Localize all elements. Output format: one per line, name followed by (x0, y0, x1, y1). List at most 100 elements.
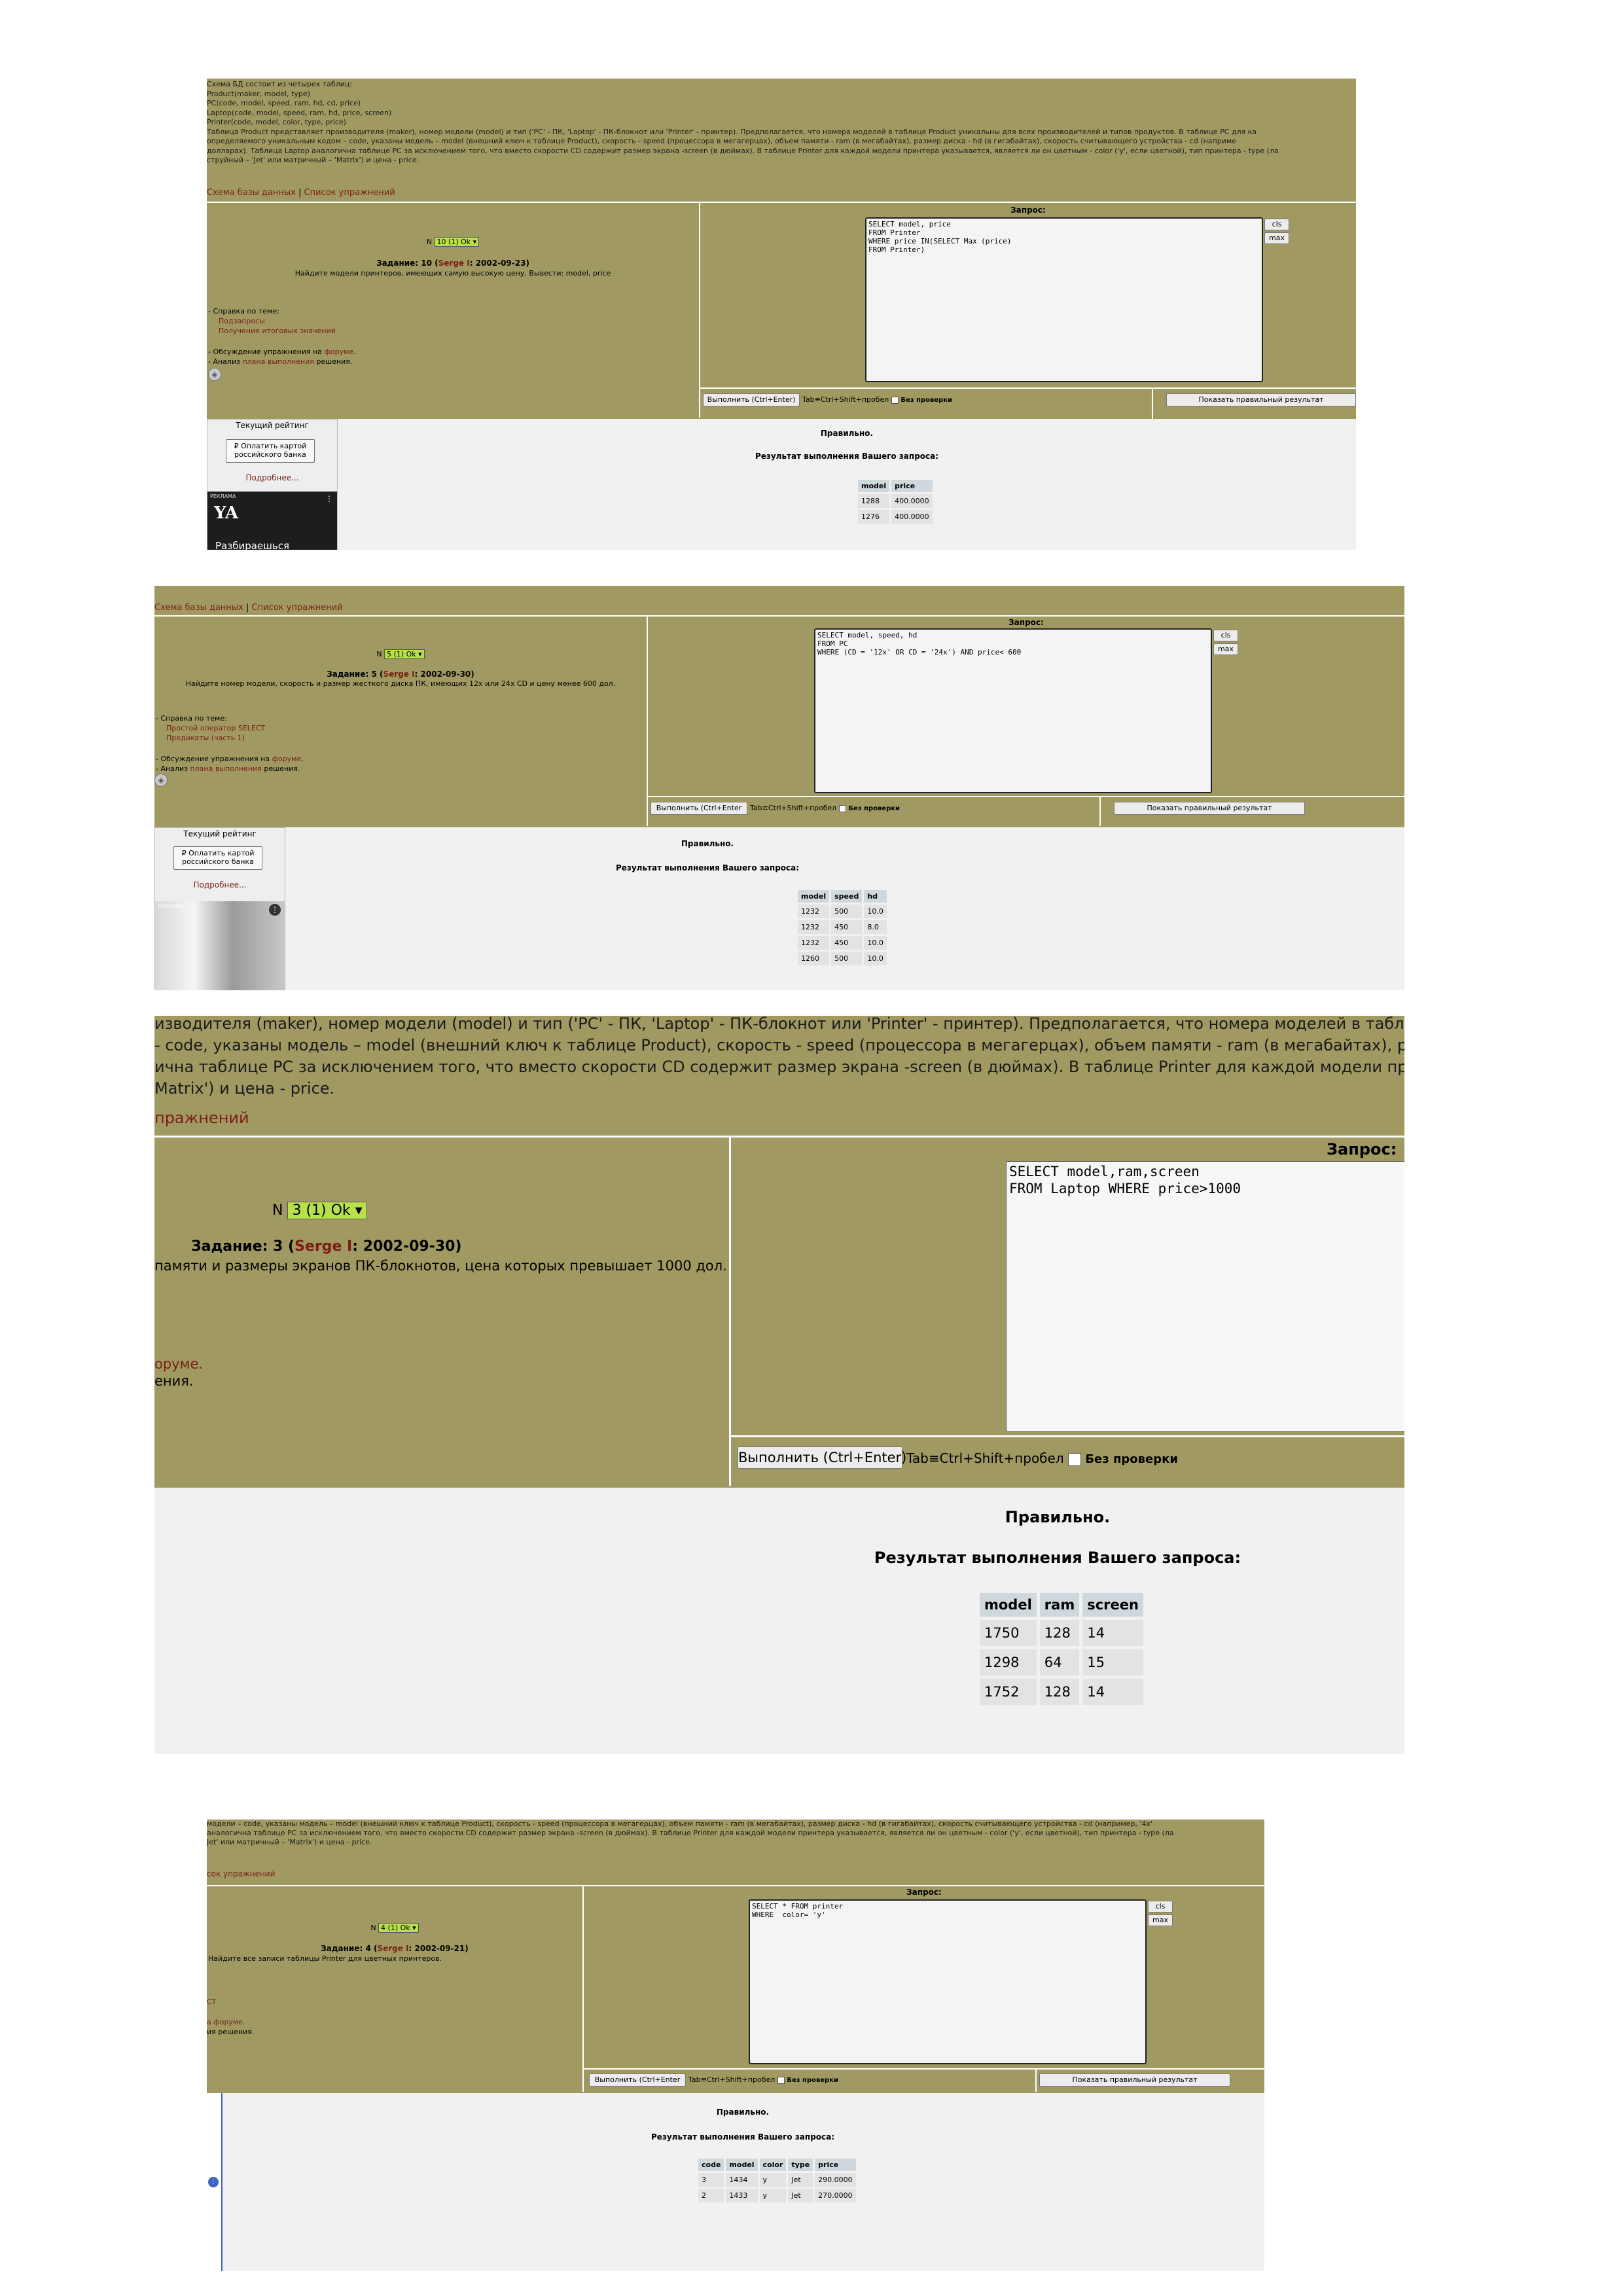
help-link[interactable]: Простой оператор SELECT (156, 723, 265, 733)
cls-button[interactable]: cls (1213, 630, 1238, 641)
result-table: code model color type price 3 1434 y Jet… (696, 2157, 858, 2204)
ad-banner[interactable]: РЕКЛАМА ⋮ (155, 901, 285, 990)
result-table: model ram screen 1750 128 14 1298 64 15 … (976, 1590, 1147, 1708)
divider (1099, 796, 1101, 826)
no-check-checkbox[interactable] (838, 804, 846, 812)
more-options-icon[interactable]: ⋮ (325, 494, 333, 503)
task-select[interactable]: 10 (1) Ok ▾ (434, 237, 480, 247)
query-textarea[interactable]: SELECT model, price FROM Printer WHERE p… (865, 217, 1263, 382)
schema-description: модели – code, указаны модель – model (в… (207, 1820, 1264, 1847)
table-cell: 270.0000 (815, 2189, 856, 2202)
forum-link[interactable]: форуме (272, 755, 302, 763)
forum-link[interactable]: оруме. (154, 1356, 203, 1372)
more-link[interactable]: Подробнее... (155, 880, 285, 889)
query-label: Запрос: (1327, 1140, 1397, 1158)
task-heading: Задание: 3 (Serge I: 2002-09-30) (191, 1238, 461, 1255)
max-button[interactable]: max (1264, 232, 1289, 244)
author-link[interactable]: Serge I (377, 1944, 408, 1953)
author-link[interactable]: Serge I (438, 259, 470, 268)
help-link[interactable]: Получение итоговых значений (208, 326, 336, 336)
exercise-list-link[interactable]: сок упражнений (207, 1869, 275, 1878)
table-cell: 1434 (726, 2173, 758, 2187)
cls-button[interactable]: cls (1264, 219, 1289, 230)
tab-hint-text: Tab≡Ctrl+Shift+пробел (906, 1450, 1064, 1466)
exercise-list-link[interactable]: пражнений (154, 1109, 249, 1127)
more-link[interactable]: Подробнее... (207, 473, 337, 482)
screenshot-task-3: изводителя (maker), номер модели (model)… (154, 1016, 1404, 1754)
forum-suffix: . (301, 755, 304, 763)
task-select[interactable]: 5 (1) Ok ▾ (384, 649, 425, 659)
task-select[interactable]: 3 (1) Ok ▾ (287, 1202, 367, 1219)
no-check-checkbox[interactable] (891, 396, 899, 404)
chevron-down-icon: ▾ (355, 1202, 363, 1219)
forum-link[interactable]: а форуме. (207, 2018, 245, 2026)
pay-button[interactable]: ₽ Оплатить картой российского банка (173, 846, 262, 870)
author-link[interactable]: Serge I (383, 670, 414, 679)
diamond-icon[interactable]: ◈ (208, 368, 221, 381)
column-header: ram (1039, 1593, 1080, 1617)
schema-line: - code, указаны модель – model (внешний … (154, 1036, 1404, 1054)
table-row: 1260 500 10.0 (798, 952, 887, 965)
no-check-checkbox[interactable] (777, 2076, 785, 2084)
max-button[interactable]: max (1148, 1914, 1173, 1926)
column-header: type (788, 2159, 813, 2171)
table-cell: y (759, 2173, 787, 2187)
exercise-list-link[interactable]: Список упражнений (252, 603, 343, 613)
forum-block: - Обсуждение упражнения на форуме. - Ана… (156, 754, 304, 774)
no-check-checkbox[interactable] (1067, 1452, 1081, 1466)
query-textarea[interactable]: SELECT * FROM printer WHERE color= 'y' (749, 1899, 1147, 2064)
analysis-suffix: ия решения. (207, 2028, 255, 2036)
analysis-link[interactable]: плана выполнения (242, 357, 313, 366)
help-link[interactable]: CT (207, 1998, 216, 2006)
schema-line: Printer(code, model, color, type, price) (207, 118, 346, 126)
n-label: N (426, 238, 433, 246)
task-select-value: 3 (1) Ok (292, 1202, 351, 1219)
query-text: SELECT model, speed, hd FROM PC WHERE (C… (817, 631, 1022, 656)
tab-hint: Tab≡Ctrl+Shift+пробел Без проверки (688, 2075, 838, 2084)
author-link[interactable]: Serge I (294, 1238, 352, 1255)
query-textarea[interactable]: SELECT model,ram,screen FROM Laptop WHER… (1006, 1161, 1404, 1432)
run-button[interactable]: Выполнить (Ctrl+Enter) (703, 393, 800, 406)
help-link[interactable]: Подзапросы (208, 316, 336, 326)
schema-description: Схема БД состоит из четырех таблиц: Prod… (207, 80, 1356, 166)
info-icon[interactable]: ⋮ (208, 2177, 219, 2187)
show-correct-button[interactable]: Показать правильный результат (1114, 802, 1305, 815)
task-select-value: 4 (1) Ok (381, 1924, 410, 1932)
pay-button[interactable]: ₽ Оплатить картой российского банка (226, 439, 315, 463)
run-button[interactable]: Выполнить (Ctrl+Enter (651, 802, 747, 815)
correct-label: Правильно. (820, 429, 874, 438)
diamond-icon[interactable]: ◈ (154, 774, 168, 787)
schema-link[interactable]: Схема базы данных (154, 603, 243, 613)
forum-text: - Обсуждение упражнения на (156, 755, 272, 763)
divider (648, 796, 1404, 797)
cls-button[interactable]: cls (1148, 1901, 1173, 1912)
query-textarea[interactable]: SELECT model, speed, hd FROM PC WHERE (C… (814, 628, 1212, 793)
run-button[interactable]: Выполнить (Ctrl+Enter) (738, 1446, 906, 1469)
table-cell: 1276 (858, 510, 890, 524)
show-correct-button[interactable]: Показать правильный результат (1166, 393, 1356, 406)
schema-link[interactable]: Схема базы данных (207, 188, 296, 198)
show-correct-button[interactable]: Показать правильный результат (1039, 2073, 1230, 2087)
query-panel: Запрос: SELECT model, price FROM Printer… (700, 203, 1356, 419)
n-label: N (370, 1924, 376, 1932)
table-cell: 1232 (798, 936, 830, 950)
more-options-icon[interactable]: ⋮ (269, 904, 281, 916)
forum-link[interactable]: форуме (325, 348, 354, 356)
schema-line: определяемого уникальным кодом – code, у… (207, 137, 1236, 145)
task-select[interactable]: 4 (1) Ok ▾ (378, 1923, 419, 1933)
query-panel: Запрос: SELECT * FROM printer WHERE colo… (584, 1886, 1264, 2092)
analysis-link[interactable]: плана выполнения (190, 764, 261, 773)
schema-line: PC(code, model, speed, ram, hd, cd, pric… (207, 99, 361, 107)
table-cell: 128 (1039, 1679, 1080, 1705)
exercise-list-link[interactable]: Список упражнений (304, 188, 395, 198)
table-cell: 15 (1082, 1649, 1143, 1676)
task-title: Задание: 4 ( (321, 1944, 378, 1953)
ad-banner[interactable]: РЕКЛАМА YA Разбираешься ⋮ (207, 492, 337, 550)
rating-box: Текущий рейтинг ₽ Оплатить картой россий… (154, 827, 285, 990)
table-cell: 128 (1039, 1620, 1080, 1646)
max-button[interactable]: max (1213, 643, 1238, 655)
table-cell: 1232 (798, 920, 830, 934)
run-button[interactable]: Выполнить (Ctrl+Enter (589, 2073, 686, 2087)
chevron-down-icon: ▾ (418, 650, 422, 658)
help-link[interactable]: Предикаты (часть 1) (156, 733, 265, 743)
